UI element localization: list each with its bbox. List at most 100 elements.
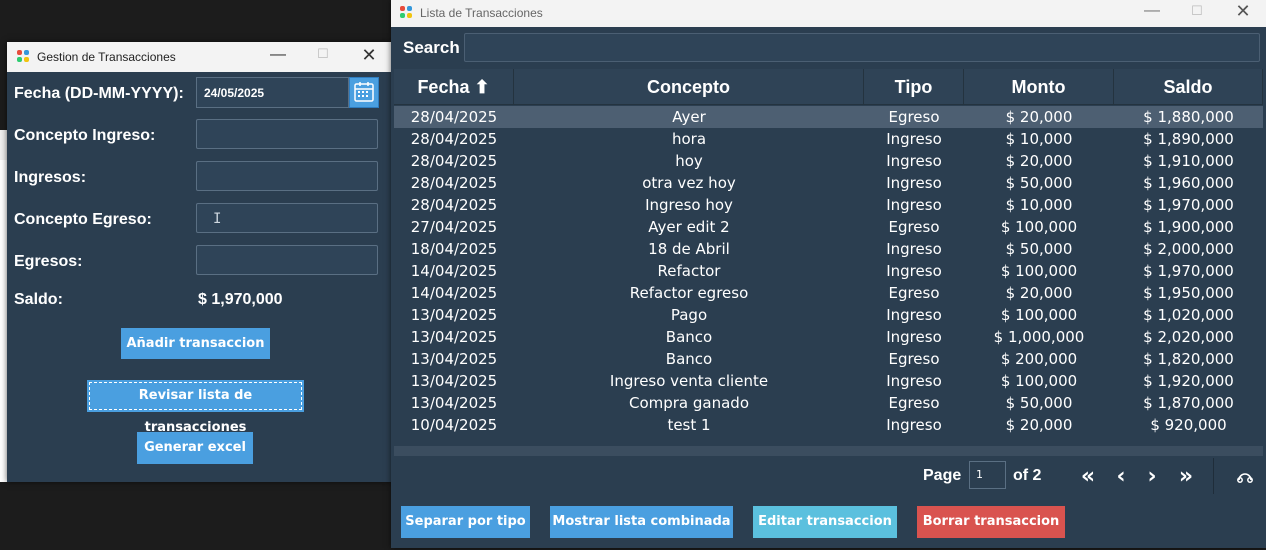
- table-row[interactable]: 14/04/2025 Refactor egreso Egreso $ 20,000 $…: [394, 282, 1263, 304]
- app-icon: [400, 6, 414, 20]
- row-concepto-cell: Compra ganado: [628, 394, 750, 412]
- row-fecha-cell: 28/04/2025: [410, 196, 498, 214]
- table-row[interactable]: 27/04/2025 Ayer edit 2 Egreso $ 100,000 $ 1,…: [394, 216, 1263, 238]
- row-saldo-cell: $ 1,900,000: [1143, 218, 1234, 236]
- minimize-icon[interactable]: —: [255, 46, 301, 64]
- row-monto-cell: $ 20,000: [1005, 108, 1073, 126]
- row-monto-cell: $ 100,000: [1000, 372, 1078, 390]
- close-icon[interactable]: ✕: [346, 45, 392, 66]
- generate-excel-button[interactable]: Generar excel: [137, 432, 253, 464]
- title-bar[interactable]: Lista de Transacciones — ☐ ✕: [391, 0, 1266, 27]
- table-row[interactable]: 13/04/2025 Ingreso venta cliente Ingreso $ …: [394, 370, 1263, 392]
- table-row[interactable]: 14/04/2025 Refactor Ingreso $ 100,000 $ 1,97…: [394, 260, 1263, 282]
- column-header-concepto[interactable]: Concepto: [514, 69, 864, 105]
- row-concepto-cell: Ayer edit 2: [648, 218, 730, 236]
- table-row[interactable]: 10/04/2025 test 1 Ingreso $ 20,000 $ 920,000: [394, 414, 1263, 436]
- row-saldo-cell: $ 1,920,000: [1143, 372, 1234, 390]
- row-monto-cell: $ 50,000: [1005, 174, 1073, 192]
- concepto-egreso-input[interactable]: I: [196, 203, 378, 233]
- ingresos-input[interactable]: [196, 161, 378, 191]
- maximize-icon[interactable]: ☐: [1174, 3, 1220, 19]
- row-tipo-cell: Ingreso: [886, 372, 942, 390]
- maximize-icon[interactable]: ☐: [300, 46, 346, 62]
- row-fecha-cell: 13/04/2025: [410, 350, 498, 368]
- add-transaction-button[interactable]: Añadir transaccion: [121, 328, 270, 359]
- review-transactions-button[interactable]: Revisar lista de transacciones: [87, 380, 304, 435]
- row-fecha-cell: 10/04/2025: [410, 416, 498, 434]
- egresos-label: Egresos:: [14, 253, 83, 270]
- row-monto-cell: $ 10,000: [1005, 130, 1073, 148]
- column-header-saldo[interactable]: Saldo: [1114, 69, 1263, 105]
- row-concepto-cell: Ingreso hoy: [645, 196, 733, 214]
- row-monto-cell: $ 1,000,000: [993, 328, 1085, 346]
- column-header-fecha[interactable]: Fecha ⬆: [394, 69, 514, 105]
- row-tipo-cell: Ingreso: [886, 306, 942, 324]
- row-monto-cell: $ 20,000: [1005, 152, 1073, 170]
- table-row[interactable]: 13/04/2025 Banco Ingreso $ 1,000,000 $ 2,020…: [394, 326, 1263, 348]
- previous-page-button[interactable]: ‹: [1109, 464, 1133, 489]
- table-row[interactable]: 28/04/2025 Ingreso hoy Ingreso $ 10,000 $ 1,…: [394, 194, 1263, 216]
- table-row[interactable]: 18/04/2025 18 de Abril Ingreso $ 50,000 $ 2,…: [394, 238, 1263, 260]
- close-icon[interactable]: ✕: [1220, 1, 1266, 22]
- row-concepto-cell: Banco: [665, 350, 713, 368]
- row-concepto-cell: otra vez hoy: [642, 174, 736, 192]
- row-tipo-cell: Ingreso: [886, 130, 942, 148]
- page-number-input[interactable]: 1: [969, 461, 1006, 489]
- row-saldo-cell: $ 1,910,000: [1143, 152, 1234, 170]
- settings-icon[interactable]: [1236, 469, 1254, 489]
- row-fecha-cell: 14/04/2025: [410, 262, 498, 280]
- table-row[interactable]: 13/04/2025 Banco Egreso $ 200,000 $ 1,820,00…: [394, 348, 1263, 370]
- concepto-ingreso-label: Concepto Ingreso:: [14, 127, 156, 144]
- row-saldo-cell: $ 1,970,000: [1143, 262, 1234, 280]
- table-row[interactable]: 28/04/2025 hoy Ingreso $ 20,000 $ 1,910,000: [394, 150, 1263, 172]
- row-saldo-cell: $ 1,970,000: [1143, 196, 1234, 214]
- row-saldo-cell: $ 1,890,000: [1143, 130, 1234, 148]
- row-monto-cell: $ 50,000: [1005, 240, 1073, 258]
- saldo-value: $ 1,970,000: [198, 291, 283, 308]
- row-concepto-cell: test 1: [667, 416, 711, 434]
- egresos-input[interactable]: [196, 245, 378, 275]
- page-label: Page: [923, 467, 962, 484]
- table-row[interactable]: 28/04/2025 otra vez hoy Ingreso $ 50,000 $ 1…: [394, 172, 1263, 194]
- row-fecha-cell: 28/04/2025: [410, 108, 498, 126]
- concepto-ingreso-input[interactable]: [196, 119, 378, 149]
- row-tipo-cell: Ingreso: [886, 262, 942, 280]
- show-combined-list-button[interactable]: Mostrar lista combinada: [550, 506, 733, 538]
- row-fecha-cell: 28/04/2025: [410, 152, 498, 170]
- split-by-type-button[interactable]: Separar por tipo: [401, 506, 530, 538]
- page-total-label: of 2: [1013, 467, 1042, 484]
- next-page-button[interactable]: ›: [1140, 464, 1164, 489]
- row-monto-cell: $ 100,000: [1000, 262, 1078, 280]
- row-fecha-cell: 13/04/2025: [410, 306, 498, 324]
- edit-transaction-button[interactable]: Editar transaccion: [753, 506, 897, 538]
- table-row[interactable]: 13/04/2025 Pago Ingreso $ 100,000 $ 1,020,00…: [394, 304, 1263, 326]
- row-concepto-cell: Pago: [670, 306, 708, 324]
- table-row[interactable]: 28/04/2025 Ayer Egreso $ 20,000 $ 1,880,000: [394, 106, 1263, 128]
- column-header-tipo[interactable]: Tipo: [864, 69, 964, 105]
- row-saldo-cell: $ 1,020,000: [1143, 306, 1234, 324]
- row-concepto-cell: Ingreso venta cliente: [609, 372, 769, 390]
- row-fecha-cell: 28/04/2025: [410, 130, 498, 148]
- search-input[interactable]: [464, 33, 1260, 62]
- row-fecha-cell: 14/04/2025: [410, 284, 498, 302]
- row-monto-cell: $ 50,000: [1005, 394, 1073, 412]
- row-monto-cell: $ 200,000: [1000, 350, 1078, 368]
- first-page-button[interactable]: «: [1076, 464, 1100, 489]
- delete-transaction-button[interactable]: Borrar transaccion: [917, 506, 1065, 538]
- row-concepto-cell: Banco: [665, 328, 713, 346]
- title-bar[interactable]: Gestion de Transacciones — ☐ ✕: [7, 42, 392, 72]
- horizontal-scrollbar[interactable]: [394, 446, 1263, 456]
- table-row[interactable]: 28/04/2025 hora Ingreso $ 10,000 $ 1,890,000: [394, 128, 1263, 150]
- column-header-monto[interactable]: Monto: [964, 69, 1114, 105]
- last-page-button[interactable]: »: [1174, 464, 1198, 489]
- table-row[interactable]: 13/04/2025 Compra ganado Egreso $ 50,000 $ 1…: [394, 392, 1263, 414]
- fecha-label: Fecha (DD-MM-YYYY):: [14, 85, 184, 102]
- row-saldo-cell: $ 1,870,000: [1143, 394, 1234, 412]
- row-monto-cell: $ 20,000: [1005, 284, 1073, 302]
- minimize-icon[interactable]: —: [1129, 2, 1175, 20]
- fecha-input[interactable]: 24/05/2025: [196, 77, 349, 108]
- calendar-icon[interactable]: [349, 77, 379, 108]
- desktop-background-panel: [0, 0, 391, 42]
- app-icon: [17, 50, 31, 64]
- search-label: Search: [403, 38, 460, 57]
